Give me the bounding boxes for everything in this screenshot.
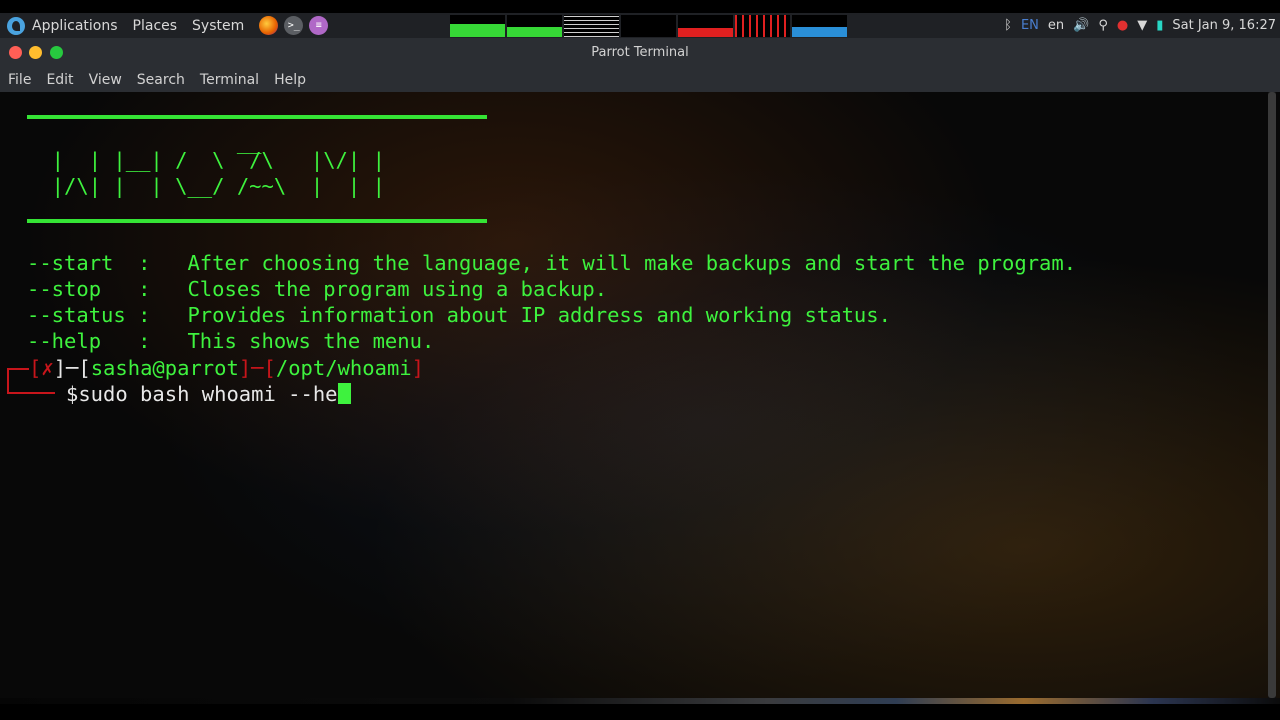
help-line-stop: --stop : Closes the program using a back… (27, 277, 608, 301)
window-titlebar[interactable]: Parrot Terminal (0, 38, 1280, 67)
top-panel: Applications Places System >_ ≡ ᛒ EN en … (0, 13, 1280, 38)
language-indicator[interactable]: en (1048, 18, 1064, 33)
prompt-path: /opt/whoami (275, 356, 412, 380)
disk-monitor (735, 14, 791, 37)
load-monitor (678, 14, 734, 37)
clock[interactable]: Sat Jan 9, 16:27 (1172, 18, 1276, 33)
menubar: File Edit View Search Terminal Help (0, 67, 1280, 92)
scrollbar-thumb[interactable] (1268, 92, 1276, 698)
prompt-user-host: sasha@parrot (90, 356, 239, 380)
cpu-monitor (450, 14, 506, 37)
command-input[interactable]: sudo bash whoami --he (78, 382, 337, 406)
menu-edit[interactable]: Edit (46, 72, 73, 88)
menu-terminal[interactable]: Terminal (200, 72, 259, 88)
wifi-icon[interactable]: ▼ (1137, 18, 1147, 33)
help-line-start: --start : After choosing the language, i… (27, 251, 1077, 275)
help-line-help: --help : This shows the menu. (27, 329, 435, 353)
firefox-icon[interactable] (259, 16, 279, 35)
applications-menu[interactable]: Applications (32, 18, 118, 34)
banner-bottom-rule (27, 219, 487, 223)
updates-icon[interactable]: ● (1117, 18, 1128, 33)
window-title: Parrot Terminal (591, 45, 689, 60)
banner-ascii-line-3: |/\| | | \__/ /~~\ | | | (27, 174, 385, 198)
memory-monitor (507, 14, 563, 37)
panel-menu: Applications Places System >_ ≡ (0, 13, 334, 38)
battery-icon[interactable]: ▮ (1156, 18, 1163, 33)
menu-view[interactable]: View (89, 72, 122, 88)
banner-top-rule (27, 115, 487, 119)
prompt-status: ✗ (41, 356, 54, 380)
terminal-area[interactable]: __ | | |__| / \ /\ |\/| | |/\| | | \__/ … (0, 92, 1280, 698)
system-monitors (450, 14, 848, 37)
thermal-monitor (792, 14, 848, 37)
places-menu[interactable]: Places (133, 18, 178, 34)
command-line[interactable]: $sudo bash whoami --he (66, 381, 351, 407)
bluetooth-icon[interactable]: ᛒ (1004, 18, 1012, 33)
parrot-logo-icon[interactable] (7, 16, 25, 35)
system-menu[interactable]: System (192, 18, 244, 34)
location-icon[interactable]: ⚲ (1098, 18, 1108, 33)
keyboard-layout-indicator[interactable]: EN (1021, 18, 1039, 33)
desktop-bottom-strip (0, 698, 1280, 720)
volume-icon[interactable]: 🔊 (1073, 18, 1089, 33)
prompt-line: [✗]─[sasha@parrot]─[/opt/whoami] (29, 356, 424, 380)
network-monitor (564, 14, 620, 37)
system-tray: ᛒ EN en 🔊 ⚲ ● ▼ ▮ Sat Jan 9, 16:27 (1004, 13, 1280, 38)
menu-file[interactable]: File (8, 72, 31, 88)
swap-monitor (621, 14, 677, 37)
prompt-dollar: $ (66, 382, 79, 406)
text-editor-icon[interactable]: ≡ (309, 16, 329, 35)
terminal-icon[interactable]: >_ (284, 16, 304, 35)
terminal-scrollbar[interactable] (1268, 92, 1276, 698)
help-line-status: --status : Provides information about IP… (27, 303, 891, 327)
menu-search[interactable]: Search (137, 72, 185, 88)
banner-ascii-line-2: | | |__| / \ /\ |\/| | (27, 148, 385, 172)
menu-help[interactable]: Help (274, 72, 306, 88)
terminal-cursor (337, 383, 351, 404)
